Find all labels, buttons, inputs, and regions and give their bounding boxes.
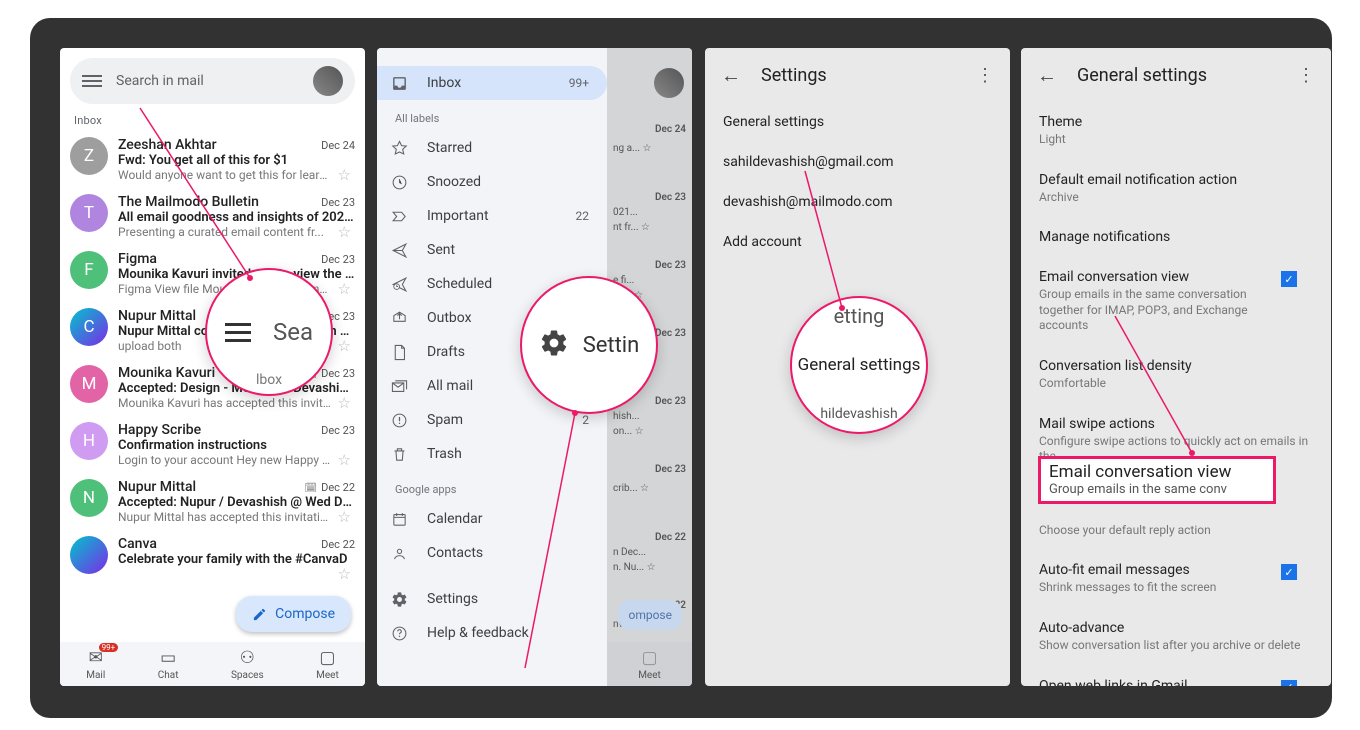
setting[interactable]: Auto-advanceShow conversation list after… — [1039, 608, 1313, 666]
drawer-item-help-feedback[interactable]: Help & feedback — [377, 616, 607, 650]
tutorial-panel: Search in mail Inbox Z Zeeshan AkhtarDec… — [30, 18, 1332, 718]
sent-icon — [391, 242, 409, 259]
drawer-section-all-labels: All labels — [377, 100, 607, 131]
setting[interactable]: Conversation list densityComfortable — [1039, 346, 1313, 404]
drawer-section-google-apps: Google apps — [377, 471, 607, 502]
setting[interactable]: Auto-fit email messagesShrink messages t… — [1039, 550, 1313, 608]
drawer-item-trash[interactable]: Trash — [377, 437, 607, 471]
drawer-item-sent[interactable]: Sent — [377, 233, 607, 267]
allmail-icon — [391, 378, 409, 395]
menu-icon — [225, 323, 251, 342]
star-icon — [391, 140, 409, 157]
mail-item: Dec 23crib... ☆ — [607, 456, 692, 524]
checkbox-icon[interactable]: ✓ — [1281, 271, 1297, 287]
zoom-lens-settings: Settin — [520, 276, 658, 414]
mail-item[interactable]: N Nupur Mittal🗓Dec 22 Accepted: Nupur / … — [60, 471, 365, 528]
appbar: ← Settings ⋮ — [705, 48, 1010, 102]
setting[interactable]: Email conversation viewGroup emails in t… — [1039, 257, 1313, 346]
mail-item: Dec 22n Dec...n. Nu... ☆ — [607, 524, 692, 592]
zoom-lens-menu: Sea lbox — [205, 268, 333, 396]
bottom-nav: ▢Meet — [607, 642, 692, 686]
mail-item[interactable]: Z Zeeshan AkhtarDec 24 Fwd: You get all … — [60, 129, 365, 186]
gear-icon — [391, 591, 409, 608]
account-avatar[interactable] — [313, 66, 343, 96]
search-bar[interactable]: Search in mail — [70, 58, 355, 104]
bottom-nav: ✉99+Mail ▭Chat ⚇Spaces ▢Meet — [60, 642, 365, 686]
overflow-icon[interactable]: ⋮ — [976, 65, 994, 86]
mail-item[interactable]: H Happy ScribeDec 23 Confirmation instru… — [60, 414, 365, 471]
drawer-item-starred[interactable]: Starred — [377, 131, 607, 165]
drawer-item-inbox[interactable]: Inbox99+ — [377, 66, 607, 100]
appbar-title: General settings — [1077, 65, 1277, 86]
setting[interactable]: Open web links in GmailTurn on for faste… — [1039, 666, 1313, 686]
appbar-title: Settings — [761, 65, 956, 86]
drawer-item-contacts[interactable]: Contacts — [377, 536, 607, 570]
settings-item[interactable]: devashish@mailmodo.com — [705, 182, 1010, 222]
zoom-lens-general: etting General settings hildevashish — [790, 296, 928, 434]
checkbox-icon[interactable]: ✓ — [1281, 564, 1297, 580]
outbox-icon — [391, 310, 409, 327]
contacts-icon — [391, 545, 409, 562]
overflow-icon[interactable]: ⋮ — [1297, 65, 1315, 86]
compose-button: ompose — [618, 600, 682, 630]
help-icon — [391, 625, 409, 642]
settings-item[interactable]: General settings — [705, 102, 1010, 142]
nav-mail[interactable]: ✉99+Mail — [86, 648, 105, 681]
account-avatar — [654, 68, 684, 98]
back-icon[interactable]: ← — [1037, 63, 1057, 88]
mail-item[interactable]: T The Mailmodo BulletinDec 23 All email … — [60, 186, 365, 243]
nav-meet[interactable]: ▢Meet — [316, 648, 339, 681]
drawer-item-calendar[interactable]: Calendar — [377, 502, 607, 536]
mail-item: Dec 24ng a... ☆ — [607, 116, 692, 184]
drawer-item-settings[interactable]: Settings — [377, 582, 607, 616]
nav-chat[interactable]: ▭Chat — [158, 648, 179, 681]
trash-icon — [391, 446, 409, 463]
screenshot-general-settings: ← General settings ⋮ ThemeLightDefault e… — [1021, 48, 1331, 686]
calendar-icon — [391, 511, 409, 528]
compose-button[interactable]: Compose — [236, 596, 351, 632]
clock-icon — [391, 174, 409, 191]
settings-item[interactable]: Add account — [705, 222, 1010, 262]
setting[interactable]: ThemeLight — [1039, 102, 1313, 160]
gear-icon — [539, 328, 569, 362]
mail-item[interactable]: CanvaDec 22 Celebrate your family with t… — [60, 528, 365, 578]
nav-spaces[interactable]: ⚇Spaces — [231, 648, 264, 681]
spam-icon — [391, 412, 409, 429]
appbar: ← General settings ⋮ — [1021, 48, 1331, 102]
important-icon — [391, 208, 409, 225]
scheduled-icon — [391, 276, 409, 293]
drafts-icon — [391, 344, 409, 361]
drawer-item-important[interactable]: Important22 — [377, 199, 607, 233]
drawer-item-snoozed[interactable]: Snoozed — [377, 165, 607, 199]
pencil-icon — [252, 607, 267, 622]
highlight-conversation-view: Email conversation view Group emails in … — [1038, 456, 1276, 504]
search-placeholder: Search in mail — [116, 73, 313, 89]
settings-item[interactable]: sahildevashish@gmail.com — [705, 142, 1010, 182]
inbox-section-label: Inbox — [60, 110, 365, 129]
setting[interactable]: Default email notification actionArchive — [1039, 160, 1313, 218]
menu-icon[interactable] — [82, 75, 102, 87]
setting[interactable]: Manage notifications — [1039, 217, 1313, 257]
back-icon[interactable]: ← — [721, 63, 741, 88]
checkbox-icon[interactable]: ✓ — [1281, 680, 1297, 686]
inbox-icon — [391, 75, 409, 92]
mail-item: Dec 23021...nt fr... ☆ — [607, 184, 692, 252]
